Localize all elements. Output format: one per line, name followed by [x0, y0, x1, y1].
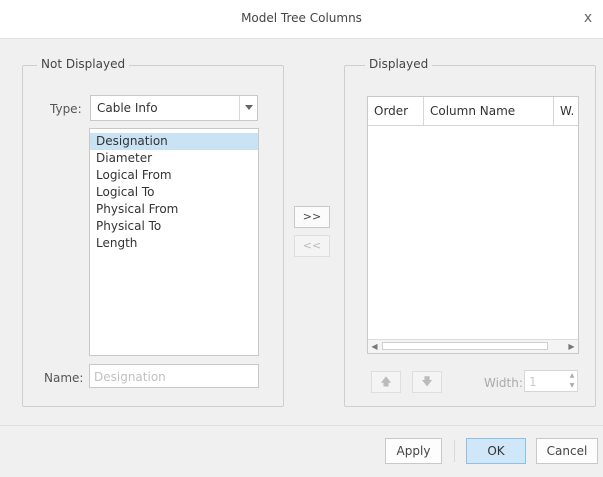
spin-up-icon[interactable]: ▲: [567, 371, 577, 381]
name-field[interactable]: Designation: [89, 364, 259, 388]
chevron-down-icon[interactable]: [239, 96, 257, 120]
title-bar: Model Tree Columns x: [0, 0, 603, 39]
width-spinner[interactable]: 1 ▲ ▼: [524, 370, 578, 392]
column-header-order[interactable]: Order: [368, 97, 423, 125]
scroll-left-icon[interactable]: ◀: [368, 340, 381, 353]
apply-button[interactable]: Apply: [385, 438, 442, 464]
list-item[interactable]: Physical From: [90, 201, 258, 218]
width-label: Width:: [484, 376, 523, 390]
move-down-button[interactable]: 🡇: [412, 371, 442, 393]
width-value: 1: [529, 375, 537, 389]
not-displayed-list[interactable]: Designation Diameter Logical From Logical T…: [89, 128, 259, 356]
column-header-name[interactable]: Column Name: [423, 97, 553, 125]
dialog-title: Model Tree Columns: [241, 11, 362, 25]
column-header-width[interactable]: W.: [553, 97, 580, 125]
ok-button[interactable]: OK: [466, 438, 526, 464]
add-column-button[interactable]: >>: [294, 206, 330, 228]
name-placeholder: Designation: [94, 370, 166, 384]
list-item[interactable]: Designation: [90, 133, 258, 150]
list-item[interactable]: Logical To: [90, 184, 258, 201]
name-label: Name:: [44, 371, 84, 385]
list-item[interactable]: Physical To: [90, 218, 258, 235]
scroll-thumb[interactable]: [382, 342, 548, 350]
button-bar-divider: [0, 425, 603, 426]
scroll-right-icon[interactable]: ▶: [565, 340, 578, 353]
arrow-down-icon: 🡇: [421, 375, 433, 388]
list-item[interactable]: Diameter: [90, 150, 258, 167]
arrow-up-icon: 🡅: [380, 375, 392, 388]
move-up-button[interactable]: 🡅: [371, 371, 401, 393]
close-icon[interactable]: x: [579, 9, 597, 27]
spin-down-icon[interactable]: ▼: [567, 381, 577, 391]
remove-column-button[interactable]: <<: [294, 235, 330, 257]
displayed-table[interactable]: Order Column Name W. ◀ ▶: [367, 96, 579, 354]
cancel-button[interactable]: Cancel: [536, 438, 598, 464]
type-value: Cable Info: [97, 101, 158, 115]
not-displayed-title: Not Displayed: [37, 57, 130, 71]
list-item[interactable]: Logical From: [90, 167, 258, 184]
horizontal-scrollbar[interactable]: ◀ ▶: [368, 339, 578, 353]
displayed-title: Displayed: [365, 57, 433, 71]
type-label: Type:: [50, 102, 82, 116]
type-combo[interactable]: Cable Info: [90, 95, 258, 121]
button-separator: [454, 440, 455, 462]
table-header: Order Column Name W.: [368, 97, 578, 126]
list-item[interactable]: Length: [90, 235, 258, 252]
